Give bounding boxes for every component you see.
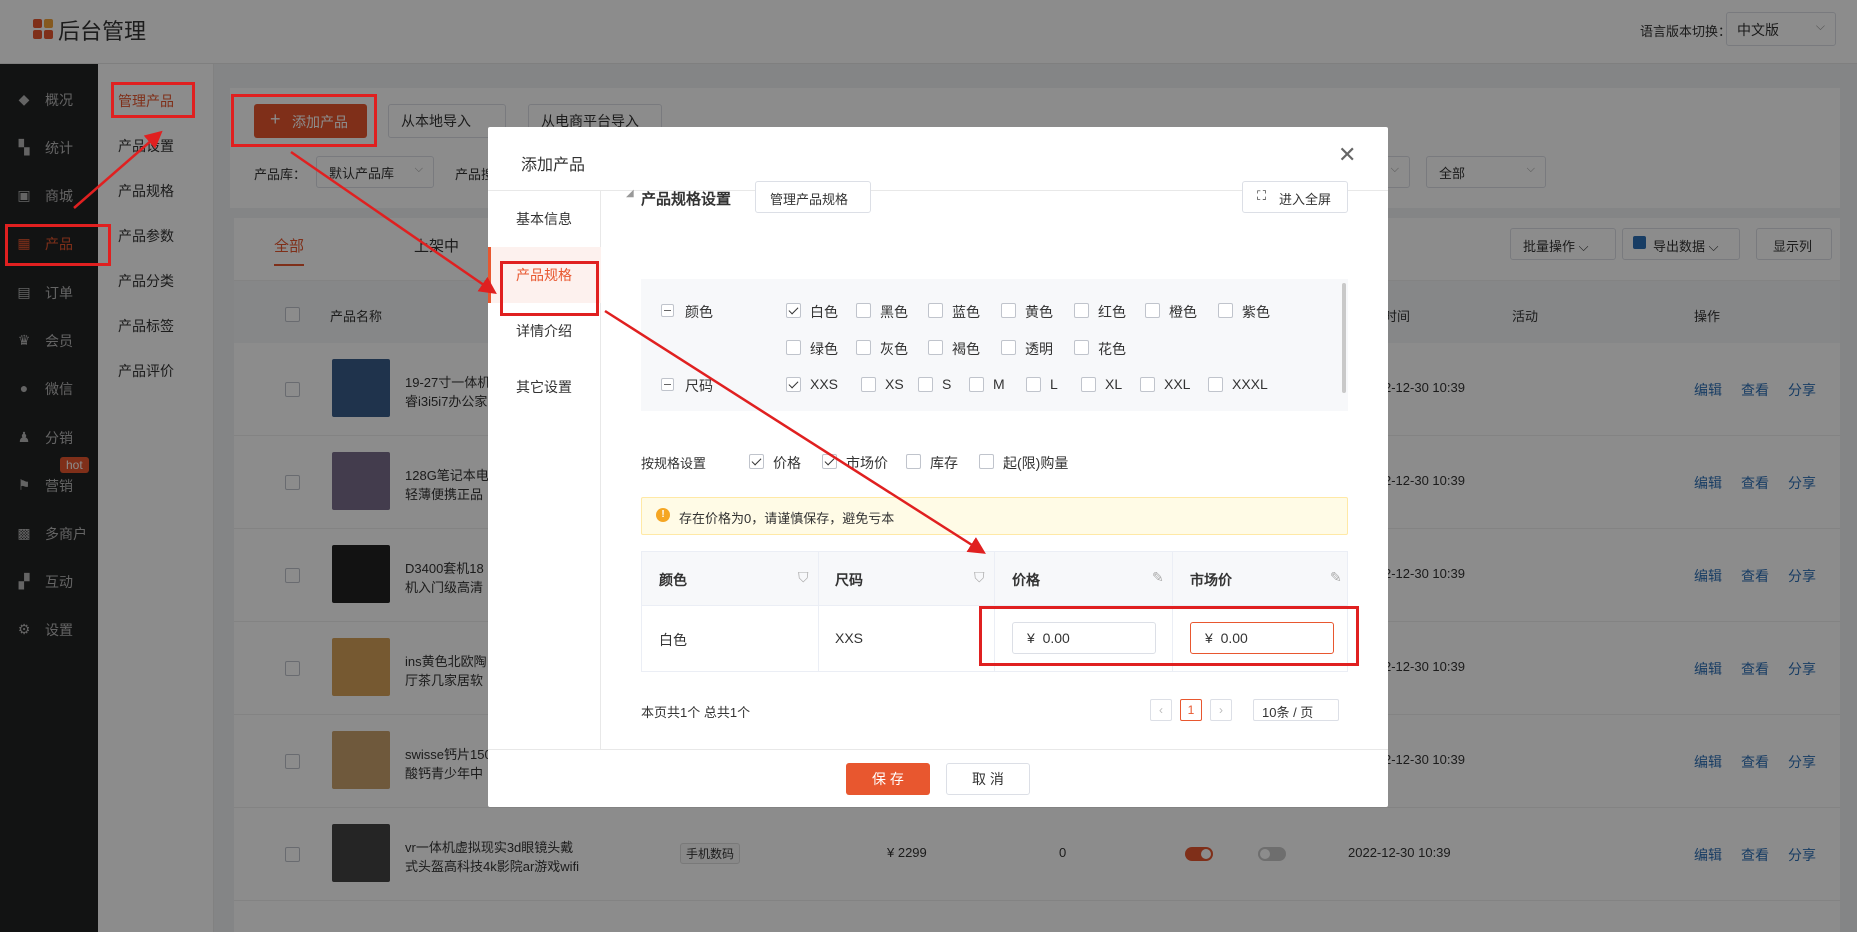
- annotation-arrow: [73, 130, 163, 209]
- annotation-arrows: [73, 130, 986, 554]
- annotation-arrow: [604, 309, 986, 554]
- annotation-arrow: [290, 150, 497, 294]
